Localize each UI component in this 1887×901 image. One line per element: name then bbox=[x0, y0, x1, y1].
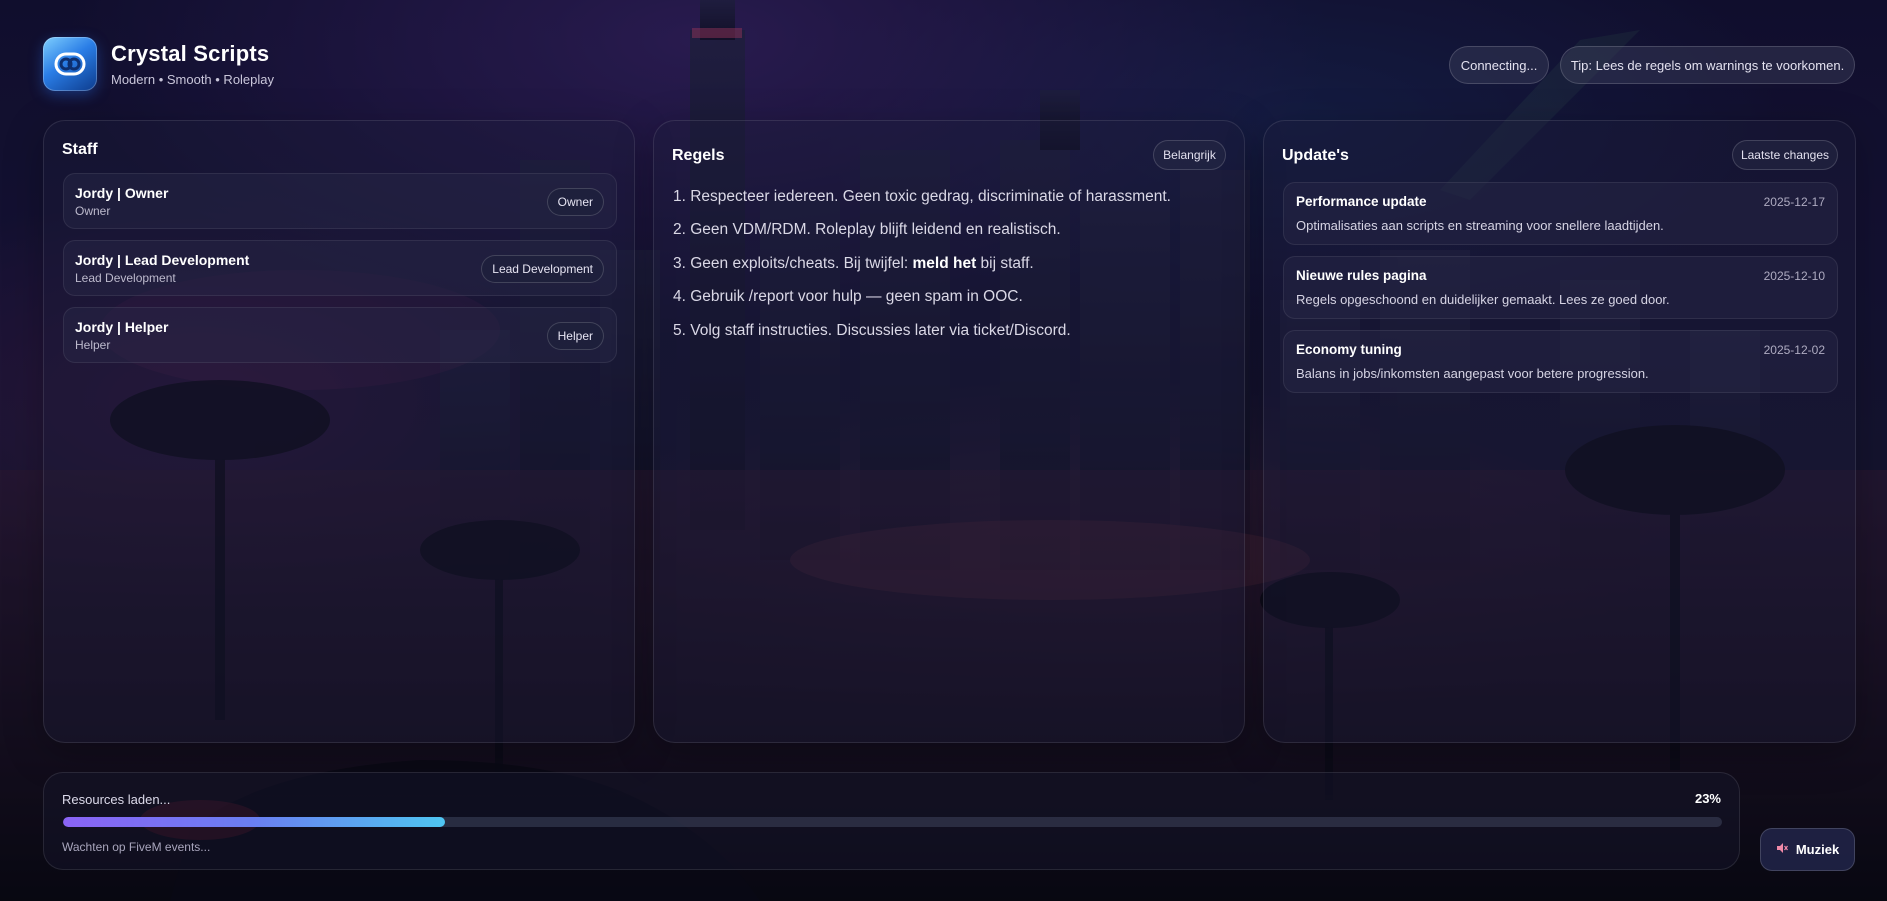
rules-panel-title: Regels bbox=[672, 147, 725, 164]
music-button-label: Muziek bbox=[1795, 842, 1840, 857]
brand-title: Crystal Scripts bbox=[111, 41, 270, 66]
updates-panel-title: Update's bbox=[1282, 147, 1349, 164]
loading-panel: Resources laden... 23% Wachten op FiveM … bbox=[43, 772, 1740, 870]
brand-text: Crystal Scripts Modern • Smooth • Rolepl… bbox=[111, 41, 274, 87]
update-title: Nieuwe rules pagina bbox=[1296, 268, 1427, 283]
loading-label: Resources laden... bbox=[62, 792, 171, 807]
staff-member-row: Jordy | Owner Owner Owner bbox=[63, 173, 617, 229]
tip-pill: Tip: Lees de regels om warnings te voork… bbox=[1560, 46, 1855, 84]
music-toggle-button[interactable]: Muziek bbox=[1760, 828, 1855, 871]
staff-member-role: Helper bbox=[75, 338, 111, 352]
loading-substatus: Wachten op FiveM events... bbox=[62, 840, 211, 854]
staff-member-name: Jordy | Owner bbox=[75, 185, 169, 201]
update-date: 2025-12-10 bbox=[1763, 269, 1825, 283]
progress-track bbox=[63, 817, 1722, 827]
staff-list: Jordy | Owner Owner Owner Jordy | Lead D… bbox=[63, 173, 617, 374]
rule-item: 5. Volg staff instructies. Discussies la… bbox=[673, 321, 1071, 339]
update-description: Optimalisaties aan scripts en streaming … bbox=[1296, 218, 1664, 233]
rules-list: 1. Respecteer iedereen. Geen toxic gedra… bbox=[673, 187, 1233, 354]
staff-member-row: Jordy | Lead Development Lead Developmen… bbox=[63, 240, 617, 296]
crystal-logo-icon bbox=[43, 37, 97, 91]
update-description: Regels opgeschoond en duidelijker gemaak… bbox=[1296, 292, 1670, 307]
update-date: 2025-12-17 bbox=[1763, 195, 1825, 209]
update-date: 2025-12-02 bbox=[1763, 343, 1825, 357]
rule-item: 4. Gebruik /report voor hulp — geen spam… bbox=[673, 288, 1023, 306]
brand-subtitle: Modern • Smooth • Roleplay bbox=[111, 72, 275, 87]
loading-percent: 23% bbox=[1694, 791, 1721, 806]
update-description: Balans in jobs/inkomsten aangepast voor … bbox=[1296, 366, 1649, 381]
staff-member-name: Jordy | Lead Development bbox=[75, 252, 250, 268]
brand-header: Crystal Scripts Modern • Smooth • Rolepl… bbox=[43, 37, 274, 91]
staff-role-badge: Lead Development bbox=[481, 255, 604, 283]
staff-member-row: Jordy | Helper Helper Helper bbox=[63, 307, 617, 363]
staff-member-role: Owner bbox=[75, 204, 111, 218]
updates-panel: Update's Laatste changes Performance upd… bbox=[1263, 120, 1856, 743]
rule-item: 1. Respecteer iedereen. Geen toxic gedra… bbox=[673, 188, 1171, 205]
update-title: Performance update bbox=[1296, 194, 1427, 209]
staff-panel: Staff Jordy | Owner Owner Owner Jordy | … bbox=[43, 120, 635, 743]
updates-latest-badge: Laatste changes bbox=[1732, 140, 1838, 170]
connection-status-pill: Connecting... bbox=[1449, 46, 1549, 84]
staff-role-badge: Helper bbox=[546, 322, 604, 350]
staff-panel-title: Staff bbox=[62, 141, 98, 158]
updates-list: Performance update 2025-12-17 Optimalisa… bbox=[1283, 182, 1838, 404]
rule-emphasis: meld het bbox=[912, 254, 977, 272]
rule-item: 3. Geen exploits/cheats. Bij twijfel: me… bbox=[673, 254, 1233, 287]
update-title: Economy tuning bbox=[1296, 342, 1402, 357]
rule-text-start: 3. Geen exploits/cheats. Bij twijfel: bbox=[673, 254, 913, 272]
staff-member-name: Jordy | Helper bbox=[75, 319, 169, 335]
rule-text-end: bij staff. bbox=[976, 254, 1034, 272]
progress-fill bbox=[63, 817, 445, 827]
rules-panel: Regels Belangrijk 1. Respecteer iedereen… bbox=[653, 120, 1245, 743]
update-card: Performance update 2025-12-17 Optimalisa… bbox=[1283, 182, 1838, 245]
rule-item: 2. Geen VDM/RDM. Roleplay blijft leidend… bbox=[673, 221, 1061, 239]
staff-member-role: Lead Development bbox=[75, 271, 176, 285]
rules-important-badge: Belangrijk bbox=[1153, 140, 1226, 170]
staff-role-badge: Owner bbox=[546, 188, 604, 216]
update-card: Economy tuning 2025-12-02 Balans in jobs… bbox=[1283, 330, 1838, 393]
update-card: Nieuwe rules pagina 2025-12-10 Regels op… bbox=[1283, 256, 1838, 319]
speaker-muted-icon bbox=[1776, 842, 1788, 857]
